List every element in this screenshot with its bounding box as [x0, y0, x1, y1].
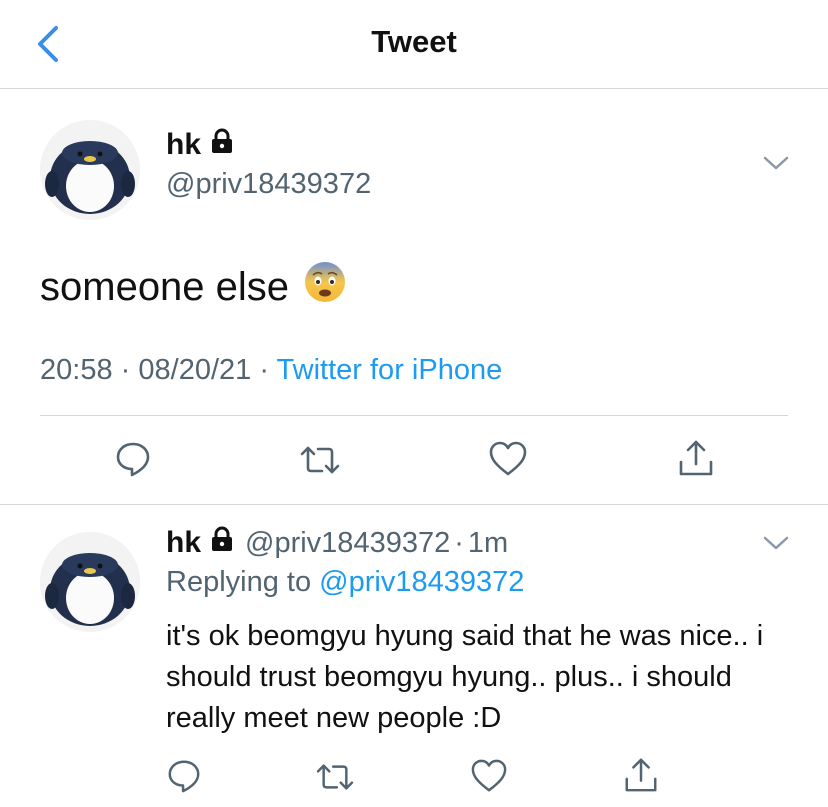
more-options-button[interactable] — [762, 154, 790, 177]
reply-avatar[interactable] — [40, 532, 140, 632]
retweet-icon — [300, 446, 340, 474]
replying-to-link[interactable]: @priv18439372 — [319, 566, 524, 598]
tweet-date: 08/20/21 — [138, 354, 252, 386]
reply-header: hk @priv18439372 · 1m — [166, 526, 508, 560]
top-bar: Tweet — [0, 0, 828, 89]
like-button[interactable] — [488, 440, 528, 483]
penguin-avatar-image — [40, 120, 140, 220]
meta-separator: · — [454, 526, 464, 559]
meta-separator: · — [259, 354, 269, 386]
reply-like-button[interactable] — [470, 758, 508, 799]
heart-icon — [489, 441, 527, 476]
meta-separator: · — [120, 354, 131, 386]
chevron-down-icon — [763, 156, 789, 170]
reply-retweet-button[interactable] — [314, 760, 356, 799]
tweet-meta: 20:58 · 08/20/21 · Twitter for iPhone — [40, 354, 502, 387]
display-name-text: hk — [166, 128, 202, 161]
penguin-avatar-image — [40, 532, 140, 632]
reply-share-button[interactable] — [622, 756, 660, 799]
heart-icon — [471, 759, 507, 792]
replying-prefix: Replying to — [166, 566, 312, 598]
tweet-time: 20:58 — [40, 354, 113, 386]
avatar[interactable] — [40, 120, 140, 220]
share-button[interactable] — [676, 438, 716, 483]
divider — [40, 415, 788, 416]
lock-icon — [209, 128, 235, 162]
share-icon — [679, 440, 713, 476]
comment-icon — [116, 442, 150, 477]
lock-icon — [209, 526, 235, 560]
retweet-icon — [316, 764, 354, 790]
user-handle[interactable]: @priv18439372 — [166, 168, 371, 201]
fearful-face-icon — [305, 262, 346, 302]
replying-to: Replying to @priv18439372 — [166, 566, 524, 599]
share-icon — [625, 758, 657, 792]
tweet-source-link[interactable]: Twitter for iPhone — [277, 354, 503, 386]
retweet-button[interactable] — [298, 442, 342, 483]
reply-text: it's ok beomgyu hyung said that he was n… — [166, 620, 764, 734]
reply-display-name[interactable]: hk — [166, 526, 201, 560]
tweet-text: someone else — [40, 260, 347, 314]
reply-user-handle[interactable]: @priv18439372 — [245, 527, 450, 560]
divider — [0, 504, 828, 505]
reply-button[interactable] — [114, 440, 152, 483]
reply-reply-button[interactable] — [166, 758, 202, 799]
comment-icon — [168, 760, 200, 793]
tweet-text-body: someone else — [40, 264, 290, 309]
fearful-face-emoji — [303, 260, 347, 314]
chevron-down-icon — [763, 536, 789, 550]
page-title: Tweet — [371, 24, 457, 59]
reply-more-options-button[interactable] — [762, 534, 790, 557]
reply-age: 1m — [467, 526, 509, 559]
display-name[interactable]: hk — [166, 128, 235, 162]
